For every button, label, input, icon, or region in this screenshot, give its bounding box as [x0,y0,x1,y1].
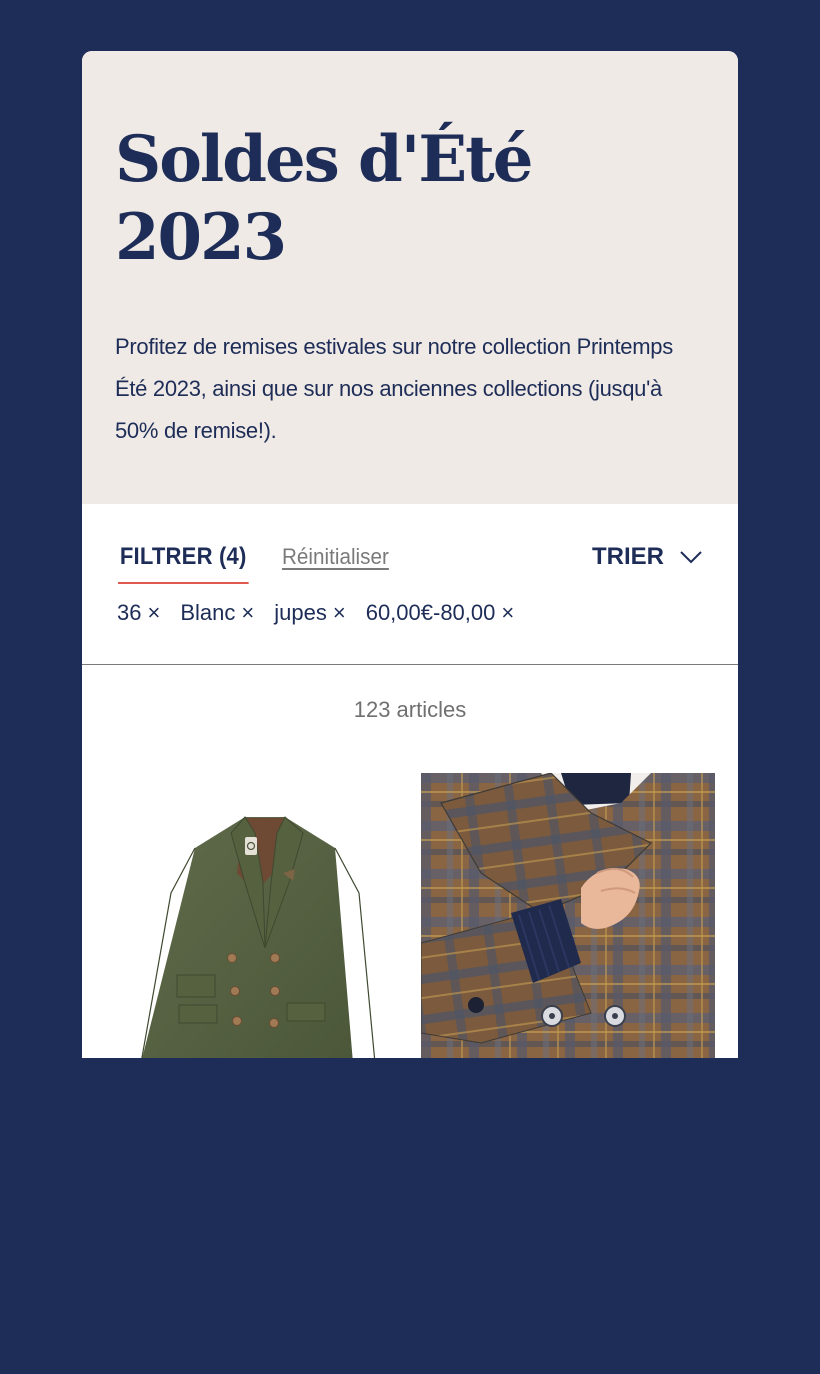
sale-hero-banner: Soldes d'Été 2023 Profitez de remises es… [82,51,738,504]
remove-filter-icon[interactable]: × [147,596,160,630]
sale-collection-card: Soldes d'Été 2023 Profitez de remises es… [82,51,738,1058]
sort-button[interactable]: TRIER [592,540,702,574]
remove-filter-icon[interactable]: × [241,596,254,630]
results-count: 123 articles [353,697,467,722]
page-title: Soldes d'Été 2023 [115,122,533,275]
filter-sort-toolbar: FILTRER (4) Réinitialiser TRIER 36 × Bla… [82,504,738,665]
filter-chip-label: 60,00€-80,00 [365,600,496,625]
filter-chip-size[interactable]: 36 × [117,596,160,630]
filter-chip-label: jupes [274,600,327,625]
remove-filter-icon[interactable]: × [501,596,514,630]
product-image-plaid-coat [421,773,715,1058]
filter-chip-price[interactable]: 60,00€-80,00 × [366,596,515,630]
product-image-green-blazer [141,816,376,1058]
sale-description: Profitez de remises estivales sur notre … [115,334,673,443]
filter-chip-category[interactable]: jupes × [274,596,345,630]
remove-filter-icon[interactable]: × [333,596,346,630]
reset-filters-link[interactable]: Réinitialiser [282,540,389,574]
sort-label: TRIER [592,543,664,570]
active-filter-chips: 36 × Blanc × jupes × 60,00€-80,00 × [117,596,514,630]
chevron-down-icon [680,551,702,564]
filter-button[interactable]: FILTRER (4) [118,540,249,584]
filter-chip-label: 36 [117,600,142,625]
product-card[interactable] [421,773,715,1058]
product-grid [105,773,715,1058]
filter-chip-color[interactable]: Blanc × [180,596,254,630]
product-card[interactable] [105,773,399,1058]
filter-chip-label: Blanc [180,600,236,625]
